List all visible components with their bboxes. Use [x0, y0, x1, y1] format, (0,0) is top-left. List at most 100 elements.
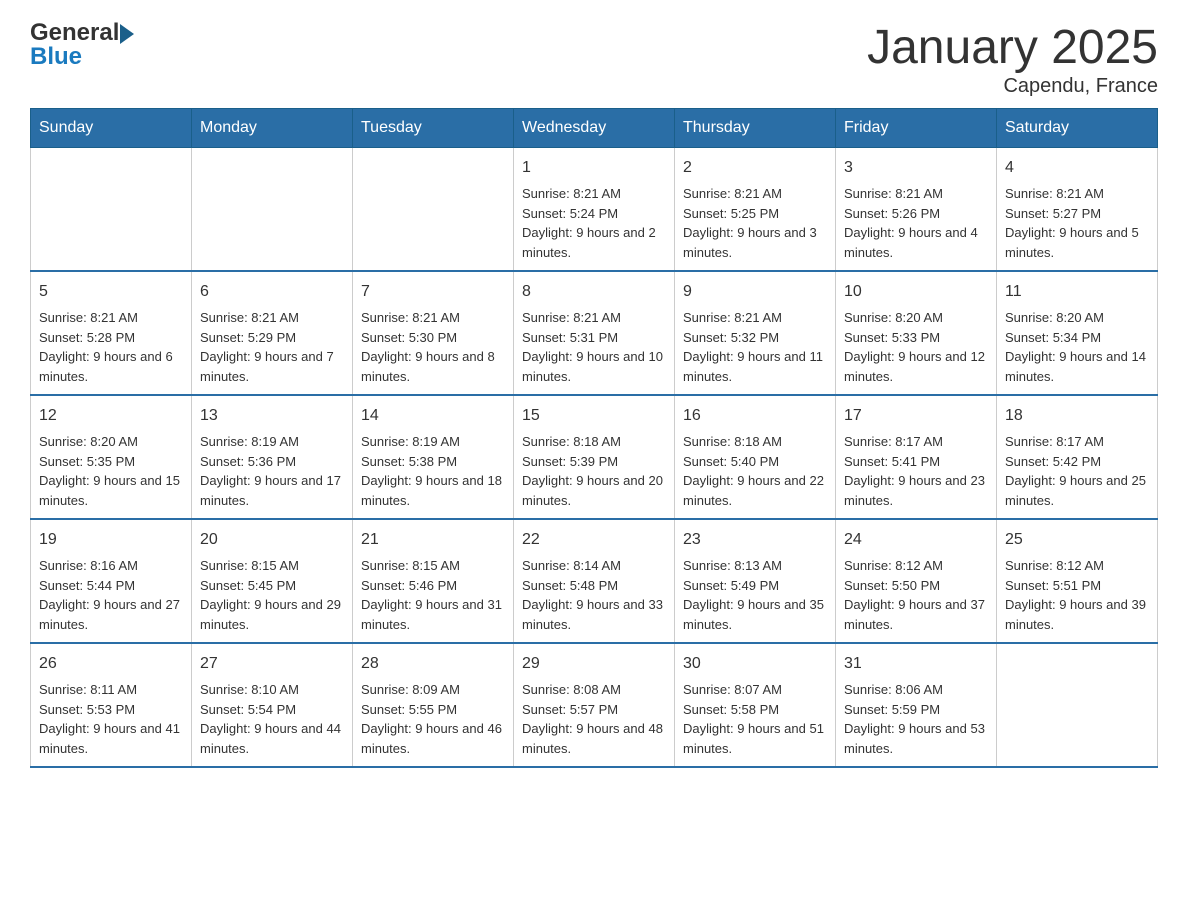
header-tuesday: Tuesday	[353, 109, 514, 148]
header-friday: Friday	[836, 109, 997, 148]
table-row: 1Sunrise: 8:21 AMSunset: 5:24 PMDaylight…	[514, 148, 675, 272]
day-info: Sunrise: 8:07 AMSunset: 5:58 PMDaylight:…	[683, 680, 827, 758]
day-info: Sunrise: 8:08 AMSunset: 5:57 PMDaylight:…	[522, 680, 666, 758]
day-info: Sunrise: 8:21 AMSunset: 5:29 PMDaylight:…	[200, 308, 344, 386]
day-info: Sunrise: 8:20 AMSunset: 5:34 PMDaylight:…	[1005, 308, 1149, 386]
day-number: 19	[39, 528, 183, 552]
table-row: 13 Sunrise: 8:19 AMSunset: 5:36 PMDayligh…	[192, 395, 353, 519]
day-info: Sunrise: 8:09 AMSunset: 5:55 PMDaylight:…	[361, 680, 505, 758]
day-info: Sunrise: 8:21 AMSunset: 5:28 PMDaylight:…	[39, 308, 183, 386]
table-row: 31 Sunrise: 8:06 AMSunset: 5:59 PMDayligh…	[836, 643, 997, 767]
day-number: 23	[683, 528, 827, 552]
table-row: 4Sunrise: 8:21 AMSunset: 5:27 PMDaylight…	[997, 148, 1158, 272]
calendar-week-row: 5 Sunrise: 8:21 AMSunset: 5:28 PMDaylight…	[31, 271, 1158, 395]
day-number: 28	[361, 652, 505, 676]
day-info: Sunrise: 8:18 AMSunset: 5:40 PMDaylight:…	[683, 432, 827, 510]
day-number: 21	[361, 528, 505, 552]
day-number: 5	[39, 280, 183, 304]
table-row: 25 Sunrise: 8:12 AMSunset: 5:51 PMDayligh…	[997, 519, 1158, 643]
table-row	[192, 148, 353, 272]
day-number: 9	[683, 280, 827, 304]
title-section: January 2025 Capendu, France	[867, 20, 1158, 98]
day-info: Sunrise: 8:15 AMSunset: 5:46 PMDaylight:…	[361, 556, 505, 634]
day-number: 25	[1005, 528, 1149, 552]
day-info: Sunrise: 8:21 AMSunset: 5:26 PMDaylight:…	[844, 184, 988, 262]
table-row: 18 Sunrise: 8:17 AMSunset: 5:42 PMDayligh…	[997, 395, 1158, 519]
logo-arrow-icon	[120, 24, 134, 44]
day-number: 24	[844, 528, 988, 552]
day-info: Sunrise: 8:21 AMSunset: 5:31 PMDaylight:…	[522, 308, 666, 386]
day-number: 26	[39, 652, 183, 676]
day-number: 14	[361, 404, 505, 428]
header-thursday: Thursday	[675, 109, 836, 148]
table-row: 22 Sunrise: 8:14 AMSunset: 5:48 PMDayligh…	[514, 519, 675, 643]
table-row: 24 Sunrise: 8:12 AMSunset: 5:50 PMDayligh…	[836, 519, 997, 643]
table-row: 26 Sunrise: 8:11 AMSunset: 5:53 PMDayligh…	[31, 643, 192, 767]
calendar-header-row: Sunday Monday Tuesday Wednesday Thursday…	[31, 109, 1158, 148]
day-number: 31	[844, 652, 988, 676]
table-row: 17Sunrise: 8:17 AMSunset: 5:41 PMDayligh…	[836, 395, 997, 519]
day-info: Sunrise: 8:19 AMSunset: 5:38 PMDaylight:…	[361, 432, 505, 510]
calendar-table: Sunday Monday Tuesday Wednesday Thursday…	[30, 108, 1158, 768]
day-number: 20	[200, 528, 344, 552]
table-row: 11 Sunrise: 8:20 AMSunset: 5:34 PMDayligh…	[997, 271, 1158, 395]
day-info: Sunrise: 8:16 AMSunset: 5:44 PMDaylight:…	[39, 556, 183, 634]
table-row	[31, 148, 192, 272]
day-info: Sunrise: 8:20 AMSunset: 5:35 PMDaylight:…	[39, 432, 183, 510]
header-saturday: Saturday	[997, 109, 1158, 148]
day-number: 8	[522, 280, 666, 304]
table-row: 7Sunrise: 8:21 AMSunset: 5:30 PMDaylight…	[353, 271, 514, 395]
table-row: 29 Sunrise: 8:08 AMSunset: 5:57 PMDayligh…	[514, 643, 675, 767]
table-row: 15 Sunrise: 8:18 AMSunset: 5:39 PMDayligh…	[514, 395, 675, 519]
calendar-week-row: 1Sunrise: 8:21 AMSunset: 5:24 PMDaylight…	[31, 148, 1158, 272]
header-monday: Monday	[192, 109, 353, 148]
table-row: 2 Sunrise: 8:21 AMSunset: 5:25 PMDaylight…	[675, 148, 836, 272]
day-info: Sunrise: 8:19 AMSunset: 5:36 PMDaylight:…	[200, 432, 344, 510]
table-row: 8 Sunrise: 8:21 AMSunset: 5:31 PMDaylight…	[514, 271, 675, 395]
day-number: 18	[1005, 404, 1149, 428]
day-number: 29	[522, 652, 666, 676]
table-row: 21 Sunrise: 8:15 AMSunset: 5:46 PMDayligh…	[353, 519, 514, 643]
day-info: Sunrise: 8:14 AMSunset: 5:48 PMDaylight:…	[522, 556, 666, 634]
day-info: Sunrise: 8:06 AMSunset: 5:59 PMDaylight:…	[844, 680, 988, 758]
table-row: 14 Sunrise: 8:19 AMSunset: 5:38 PMDayligh…	[353, 395, 514, 519]
day-info: Sunrise: 8:17 AMSunset: 5:42 PMDaylight:…	[1005, 432, 1149, 510]
table-row: 3Sunrise: 8:21 AMSunset: 5:26 PMDaylight…	[836, 148, 997, 272]
calendar-title: January 2025	[867, 20, 1158, 75]
table-row: 28 Sunrise: 8:09 AMSunset: 5:55 PMDayligh…	[353, 643, 514, 767]
day-number: 2	[683, 156, 827, 180]
table-row: 27Sunrise: 8:10 AMSunset: 5:54 PMDayligh…	[192, 643, 353, 767]
day-info: Sunrise: 8:21 AMSunset: 5:27 PMDaylight:…	[1005, 184, 1149, 262]
day-number: 1	[522, 156, 666, 180]
day-number: 13	[200, 404, 344, 428]
day-number: 16	[683, 404, 827, 428]
table-row: 30 Sunrise: 8:07 AMSunset: 5:58 PMDayligh…	[675, 643, 836, 767]
day-number: 15	[522, 404, 666, 428]
day-info: Sunrise: 8:21 AMSunset: 5:30 PMDaylight:…	[361, 308, 505, 386]
header-sunday: Sunday	[31, 109, 192, 148]
calendar-week-row: 26 Sunrise: 8:11 AMSunset: 5:53 PMDayligh…	[31, 643, 1158, 767]
table-row	[997, 643, 1158, 767]
table-row: 12 Sunrise: 8:20 AMSunset: 5:35 PMDayligh…	[31, 395, 192, 519]
day-number: 30	[683, 652, 827, 676]
day-info: Sunrise: 8:11 AMSunset: 5:53 PMDaylight:…	[39, 680, 183, 758]
logo-line2: Blue	[30, 44, 134, 70]
header-wednesday: Wednesday	[514, 109, 675, 148]
table-row: 23Sunrise: 8:13 AMSunset: 5:49 PMDayligh…	[675, 519, 836, 643]
table-row: 20Sunrise: 8:15 AMSunset: 5:45 PMDayligh…	[192, 519, 353, 643]
day-info: Sunrise: 8:21 AMSunset: 5:25 PMDaylight:…	[683, 184, 827, 262]
table-row	[353, 148, 514, 272]
calendar-week-row: 12 Sunrise: 8:20 AMSunset: 5:35 PMDayligh…	[31, 395, 1158, 519]
day-number: 22	[522, 528, 666, 552]
table-row: 19 Sunrise: 8:16 AMSunset: 5:44 PMDayligh…	[31, 519, 192, 643]
day-number: 12	[39, 404, 183, 428]
day-info: Sunrise: 8:12 AMSunset: 5:51 PMDaylight:…	[1005, 556, 1149, 634]
day-info: Sunrise: 8:10 AMSunset: 5:54 PMDaylight:…	[200, 680, 344, 758]
logo: General Blue	[30, 20, 134, 71]
day-info: Sunrise: 8:21 AMSunset: 5:32 PMDaylight:…	[683, 308, 827, 386]
day-number: 6	[200, 280, 344, 304]
day-info: Sunrise: 8:18 AMSunset: 5:39 PMDaylight:…	[522, 432, 666, 510]
day-number: 11	[1005, 280, 1149, 304]
table-row: 9 Sunrise: 8:21 AMSunset: 5:32 PMDaylight…	[675, 271, 836, 395]
day-info: Sunrise: 8:12 AMSunset: 5:50 PMDaylight:…	[844, 556, 988, 634]
